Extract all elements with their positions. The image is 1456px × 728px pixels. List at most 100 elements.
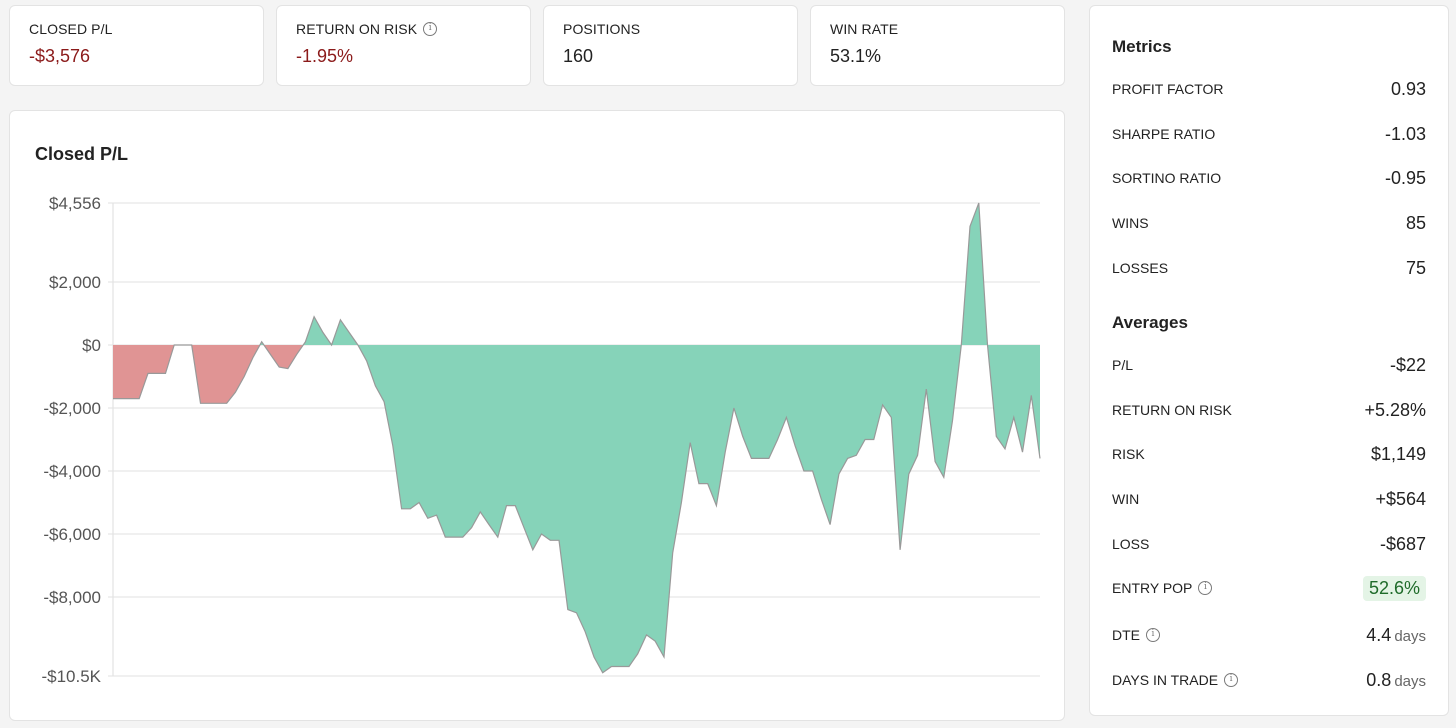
pl-data-point[interactable] [732,406,736,410]
pl-data-point[interactable] [155,371,159,375]
pl-data-point[interactable] [653,639,657,643]
pl-data-point[interactable] [461,535,465,539]
pl-data-point[interactable] [225,401,229,405]
pl-data-point[interactable] [881,403,885,407]
pl-data-point[interactable] [338,318,342,322]
pl-data-point[interactable] [260,340,264,344]
pl-data-point[interactable] [111,397,115,401]
pl-data-point[interactable] [330,343,334,347]
pl-data-point[interactable] [1029,393,1033,397]
pl-data-point[interactable] [487,523,491,527]
pl-data-point[interactable] [679,501,683,505]
pl-data-point[interactable] [592,655,596,659]
pl-data-point[interactable] [767,456,771,460]
pl-data-point[interactable] [924,387,928,391]
pl-data-point[interactable] [645,633,649,637]
pl-data-point[interactable] [968,224,972,228]
pl-data-point[interactable] [636,652,640,656]
pl-data-point[interactable] [819,497,823,501]
pl-data-point[interactable] [391,444,395,448]
pl-data-point[interactable] [601,671,605,675]
info-icon[interactable]: i [423,22,438,36]
pl-data-point[interactable] [496,535,500,539]
pl-data-point[interactable] [898,548,902,552]
pl-data-point[interactable] [610,665,614,669]
pl-data-point[interactable] [199,401,203,405]
pl-data-point[interactable] [400,507,404,511]
pl-data-point[interactable] [776,438,780,442]
pl-data-point[interactable] [172,343,176,347]
pl-data-point[interactable] [513,504,517,508]
pl-data-point[interactable] [452,535,456,539]
pl-data-point[interactable] [671,551,675,555]
pl-data-point[interactable] [784,415,788,419]
pl-data-point[interactable] [242,375,246,379]
pl-data-point[interactable] [714,504,718,508]
pl-data-point[interactable] [749,456,753,460]
pl-data-point[interactable] [994,434,998,438]
pl-data-point[interactable] [522,526,526,530]
pl-data-point[interactable] [356,343,360,347]
info-icon[interactable]: i [1198,581,1213,595]
pl-data-point[interactable] [382,400,386,404]
pl-data-point[interactable] [251,356,255,360]
pl-data-point[interactable] [303,340,307,344]
pl-data-point[interactable] [662,655,666,659]
info-icon[interactable]: i [1224,673,1239,687]
pl-data-point[interactable] [548,538,552,542]
pl-data-point[interactable] [190,343,194,347]
pl-data-point[interactable] [863,438,867,442]
pl-data-point[interactable] [907,472,911,476]
pl-data-point[interactable] [977,201,981,205]
pl-data-point[interactable] [793,444,797,448]
pl-data-point[interactable] [828,523,832,527]
pl-data-point[interactable] [478,510,482,514]
pl-data-point[interactable] [758,456,762,460]
pl-data-point[interactable] [627,665,631,669]
pl-data-point[interactable] [207,401,211,405]
pl-data-point[interactable] [470,526,474,530]
pl-data-point[interactable] [233,390,237,394]
pl-data-point[interactable] [872,438,876,442]
pl-data-point[interactable] [181,343,185,347]
pl-data-point[interactable] [505,504,509,508]
pl-data-point[interactable] [120,397,124,401]
pl-data-point[interactable] [688,441,692,445]
pl-data-point[interactable] [426,516,430,520]
pl-data-point[interactable] [566,608,570,612]
pl-data-point[interactable] [295,352,299,356]
pl-data-point[interactable] [846,456,850,460]
pl-data-point[interactable] [1003,447,1007,451]
pl-data-point[interactable] [723,450,727,454]
pl-data-point[interactable] [1038,456,1042,460]
pl-data-point[interactable] [531,548,535,552]
pl-data-point[interactable] [408,507,412,511]
pl-data-point[interactable] [373,384,377,388]
pl-data-point[interactable] [216,401,220,405]
pl-data-point[interactable] [557,538,561,542]
pl-data-point[interactable] [540,532,544,536]
pl-data-point[interactable] [277,365,281,369]
pl-data-point[interactable] [942,475,946,479]
pl-data-point[interactable] [741,434,745,438]
pl-data-point[interactable] [802,469,806,473]
pl-data-point[interactable] [837,472,841,476]
pl-data-point[interactable] [137,397,141,401]
pl-data-point[interactable] [697,482,701,486]
pl-data-point[interactable] [312,315,316,319]
pl-data-point[interactable] [951,419,955,423]
pl-data-point[interactable] [889,415,893,419]
pl-data-point[interactable] [286,367,290,371]
pl-data-point[interactable] [933,460,937,464]
pl-data-point[interactable] [129,397,133,401]
pl-data-point[interactable] [321,330,325,334]
pl-data-point[interactable] [443,535,447,539]
pl-data-point[interactable] [583,630,587,634]
pl-data-point[interactable] [1021,450,1025,454]
pl-data-point[interactable] [435,513,439,517]
pl-data-point[interactable] [417,501,421,505]
pl-data-point[interactable] [706,482,710,486]
pl-data-point[interactable] [618,665,622,669]
pl-data-point[interactable] [164,371,168,375]
pl-data-point[interactable] [146,371,150,375]
